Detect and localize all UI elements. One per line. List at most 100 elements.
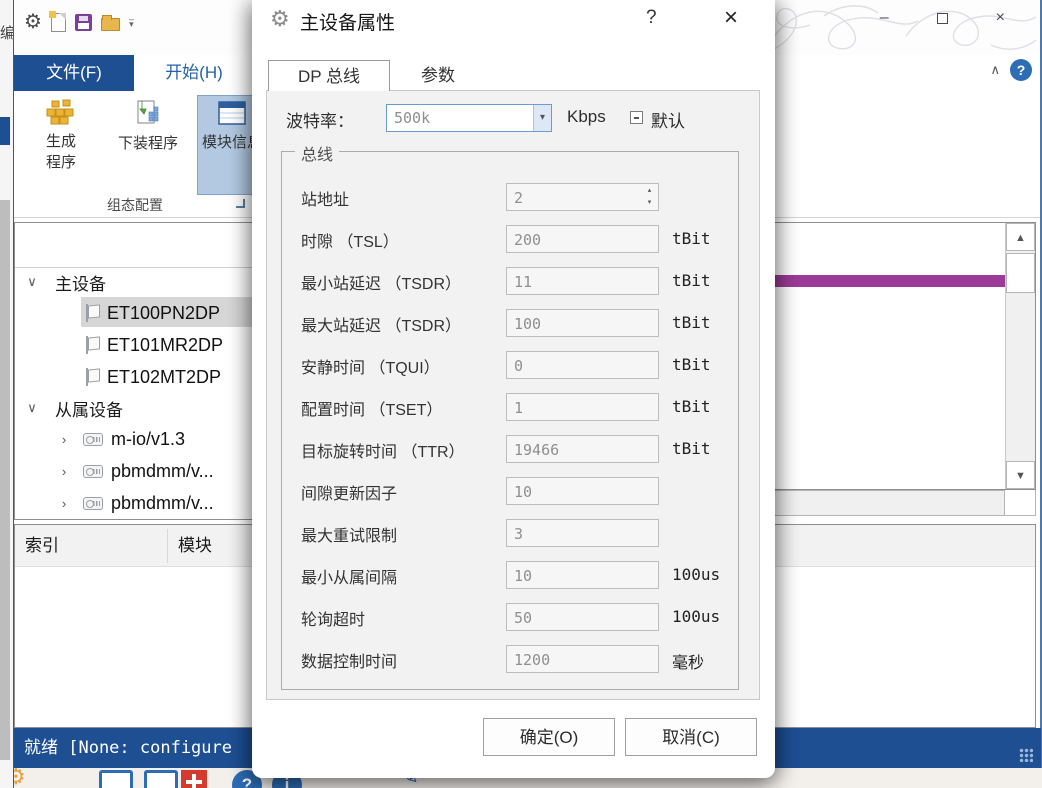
min-slave-interval-input[interactable]: 10 <box>506 561 659 589</box>
tree-group-masters[interactable]: ∨ 主设备 <box>15 269 260 295</box>
field-value: 1200 <box>514 651 550 669</box>
device-tree-panel: ∨ 主设备 ET100PN2DP ET101MR2DP ET102MT2DP ∨… <box>14 222 261 520</box>
field-unit: tBit <box>672 271 711 290</box>
ok-button[interactable]: 确定(O) <box>483 718 615 756</box>
tree-item-m-io[interactable]: › m-io/v1.3 <box>15 425 260 453</box>
dialog-title: 主设备属性 <box>300 8 395 35</box>
tree-group-slaves[interactable]: ∨ 从属设备 <box>15 395 260 421</box>
tree-item-pbmdmm-1[interactable]: › pbmdmm/v... <box>15 457 260 485</box>
poll-timeout-input[interactable]: 50 <box>506 603 659 631</box>
tqui-input[interactable]: 0 <box>506 351 659 379</box>
retry-limit-input[interactable]: 3 <box>506 519 659 547</box>
station-address-input[interactable]: 2 ▴ ▾ <box>506 183 659 211</box>
master-device-icon <box>85 336 99 354</box>
divider <box>15 267 260 268</box>
column-header-module[interactable]: 模块 <box>168 525 258 567</box>
minimize-button[interactable]: – <box>880 10 889 26</box>
add-icon[interactable] <box>181 770 207 788</box>
scroll-up-button[interactable]: ▲ <box>1006 223 1035 251</box>
baud-rate-unit: Kbps <box>567 107 606 127</box>
window-controls: – × <box>880 10 1005 26</box>
field-value: 1 <box>514 399 523 417</box>
save-icon[interactable] <box>75 14 92 31</box>
spinner-control[interactable]: ▴ ▾ <box>642 185 657 209</box>
column-header-index[interactable]: 索引 <box>15 525 165 567</box>
tab-parameters[interactable]: 参数 <box>390 60 486 91</box>
tree-item-et100pn2dp[interactable]: ET100PN2DP <box>15 299 260 327</box>
field-value: 100 <box>514 315 541 333</box>
tab-home[interactable]: 开始(H) <box>134 55 254 91</box>
tree-item-et102mt2dp[interactable]: ET102MT2DP <box>15 363 260 391</box>
tree-item-pbmdmm-2[interactable]: › pbmdmm/v... <box>15 489 260 517</box>
cancel-button[interactable]: 取消(C) <box>625 718 757 756</box>
field-label: 安静时间 （TQUI） <box>301 354 440 378</box>
field-value: 10 <box>514 567 532 585</box>
master-device-icon <box>85 304 99 322</box>
tab-file[interactable]: 文件(F) <box>14 55 134 91</box>
tab-dp-bus[interactable]: DP 总线 <box>268 60 390 91</box>
baud-rate-combobox[interactable]: 500k ▾ <box>386 104 552 132</box>
bus-group-box: 总线 站地址 2 ▴ ▾ 时隙 （TSL） 200 tBit 最小站延迟 （TS <box>281 151 739 690</box>
master-device-properties-dialog: ⚙ 主设备属性 ? × DP 总线 参数 波特率： 500k ▾ Kbps 默认… <box>252 0 775 778</box>
dp-bus-tab-panel: 波特率： 500k ▾ Kbps 默认 总线 站地址 2 ▴ ▾ <box>266 90 760 700</box>
default-checkbox[interactable] <box>630 111 643 124</box>
field-label: 数据控制时间 <box>301 648 397 672</box>
download-program-button[interactable]: 下装程序 <box>102 95 194 195</box>
app-icon[interactable] <box>99 770 133 788</box>
field-label: 最小从属间隔 <box>301 564 397 588</box>
close-button[interactable]: × <box>996 10 1005 26</box>
quick-access-toolbar: ⚙ ‒▾ <box>24 12 134 32</box>
form-row-min-tsdr: 最小站延迟 （TSDR） 11 tBit <box>282 267 738 295</box>
baud-rate-label: 波特率： <box>286 107 354 132</box>
tset-input[interactable]: 1 <box>506 393 659 421</box>
download-icon <box>132 99 164 127</box>
spin-up-icon[interactable]: ▴ <box>642 185 657 197</box>
resize-grip[interactable] <box>1019 748 1033 762</box>
button-label: 生成 程序 <box>46 131 76 173</box>
master-device-icon <box>85 368 99 386</box>
field-value: 3 <box>514 525 523 543</box>
maximize-button[interactable] <box>937 13 948 24</box>
data-control-time-input[interactable]: 1200 <box>506 645 659 673</box>
tree-item-et101mr2dp[interactable]: ET101MR2DP <box>15 331 260 359</box>
background-window-fragment <box>0 117 10 145</box>
combo-dropdown-icon[interactable]: ▾ <box>533 105 551 131</box>
group-dialog-launcher-icon[interactable] <box>236 199 245 208</box>
field-label: 最大重试限制 <box>301 522 397 546</box>
dialog-close-button[interactable]: × <box>724 4 738 32</box>
field-value: 0 <box>514 357 523 375</box>
dialog-title-bar: ⚙ 主设备属性 ? × <box>252 0 775 46</box>
new-file-icon[interactable] <box>51 13 66 32</box>
gap-factor-input[interactable]: 10 <box>506 477 659 505</box>
chevron-down-icon[interactable]: ∨ <box>23 274 41 290</box>
scroll-down-button[interactable]: ▼ <box>1006 461 1035 489</box>
dialog-gear-icon: ⚙ <box>270 6 290 32</box>
button-label: 下装程序 <box>118 133 178 154</box>
chevron-right-icon[interactable]: › <box>55 464 73 479</box>
field-value: 200 <box>514 231 541 249</box>
tsl-input[interactable]: 200 <box>506 225 659 253</box>
open-folder-icon[interactable] <box>101 18 120 31</box>
form-row-tsl: 时隙 （TSL） 200 tBit <box>282 225 738 253</box>
spin-down-icon[interactable]: ▾ <box>642 197 657 209</box>
min-tsdr-input[interactable]: 11 <box>506 267 659 295</box>
chevron-right-icon[interactable]: › <box>55 432 73 447</box>
toolbar-overflow-icon[interactable]: ‒▾ <box>129 17 134 27</box>
gear-icon[interactable]: ⚙ <box>14 768 26 788</box>
app-icon[interactable] <box>144 770 178 788</box>
field-unit: tBit <box>672 397 711 416</box>
ttr-input[interactable]: 19466 <box>506 435 659 463</box>
max-tsdr-input[interactable]: 100 <box>506 309 659 337</box>
vertical-scrollbar[interactable]: ▲ ▼ <box>1005 223 1035 489</box>
chevron-right-icon[interactable]: › <box>55 496 73 511</box>
dialog-help-button[interactable]: ? <box>646 7 657 29</box>
form-row-gap-factor: 间隙更新因子 10 <box>282 477 738 505</box>
help-icon[interactable]: ? <box>1010 59 1032 81</box>
field-value: 19466 <box>514 441 559 459</box>
generate-program-button[interactable]: 生成 程序 <box>22 95 100 195</box>
ribbon-collapse-icon[interactable]: ∧ <box>990 62 1000 78</box>
scrollbar-thumb[interactable] <box>1006 253 1035 293</box>
form-row-data-control-time: 数据控制时间 1200 毫秒 <box>282 645 738 673</box>
field-value: 11 <box>514 273 532 291</box>
chevron-down-icon[interactable]: ∨ <box>23 400 41 416</box>
